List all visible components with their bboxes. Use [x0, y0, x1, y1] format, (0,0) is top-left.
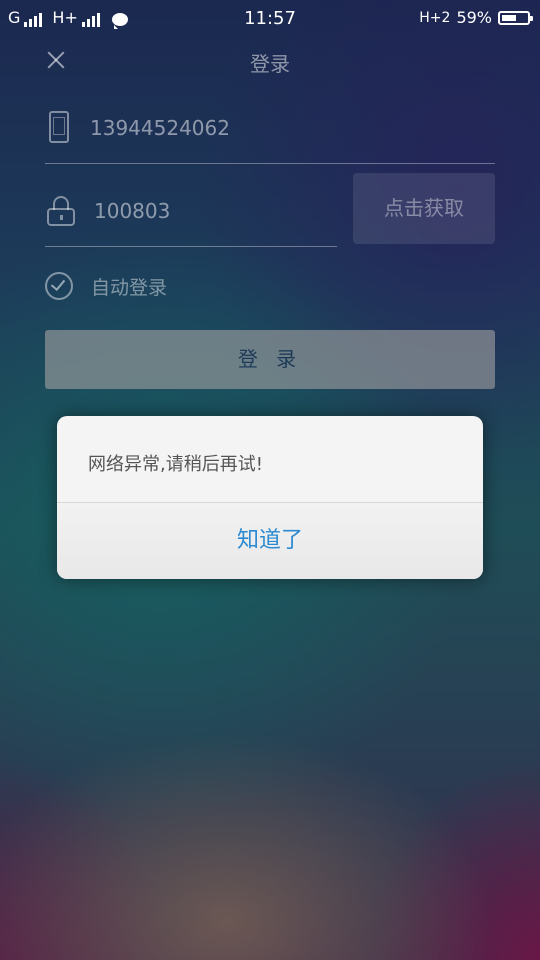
alert-dialog: 网络异常,请稍后再试! 知道了	[57, 416, 483, 579]
verification-code-field[interactable]	[45, 186, 337, 247]
battery-fill	[502, 14, 516, 21]
dialog-message: 网络异常,请稍后再试!	[88, 454, 263, 475]
status-bar: G H+ 11:57 H+2 59%	[0, 0, 540, 36]
auto-login-checkbox[interactable]: 自动登录	[45, 271, 167, 301]
verification-code-input[interactable]	[94, 199, 324, 223]
battery-percent: 59%	[456, 8, 492, 27]
phone-field[interactable]	[45, 103, 495, 164]
check-circle-icon[interactable]	[45, 272, 73, 300]
lock-icon	[47, 196, 75, 226]
battery-icon	[498, 10, 533, 25]
dialog-ok-button[interactable]: 知道了	[57, 503, 483, 579]
phone-input[interactable]	[90, 116, 480, 140]
get-code-button[interactable]: 点击获取	[353, 173, 495, 244]
page-title: 登录	[250, 52, 290, 76]
auto-login-label: 自动登录	[91, 276, 168, 299]
status-right: H+2 59%	[419, 8, 533, 27]
phone-icon	[49, 111, 69, 143]
network-type: H+2	[419, 9, 451, 26]
login-button[interactable]: 登 录	[45, 330, 495, 389]
